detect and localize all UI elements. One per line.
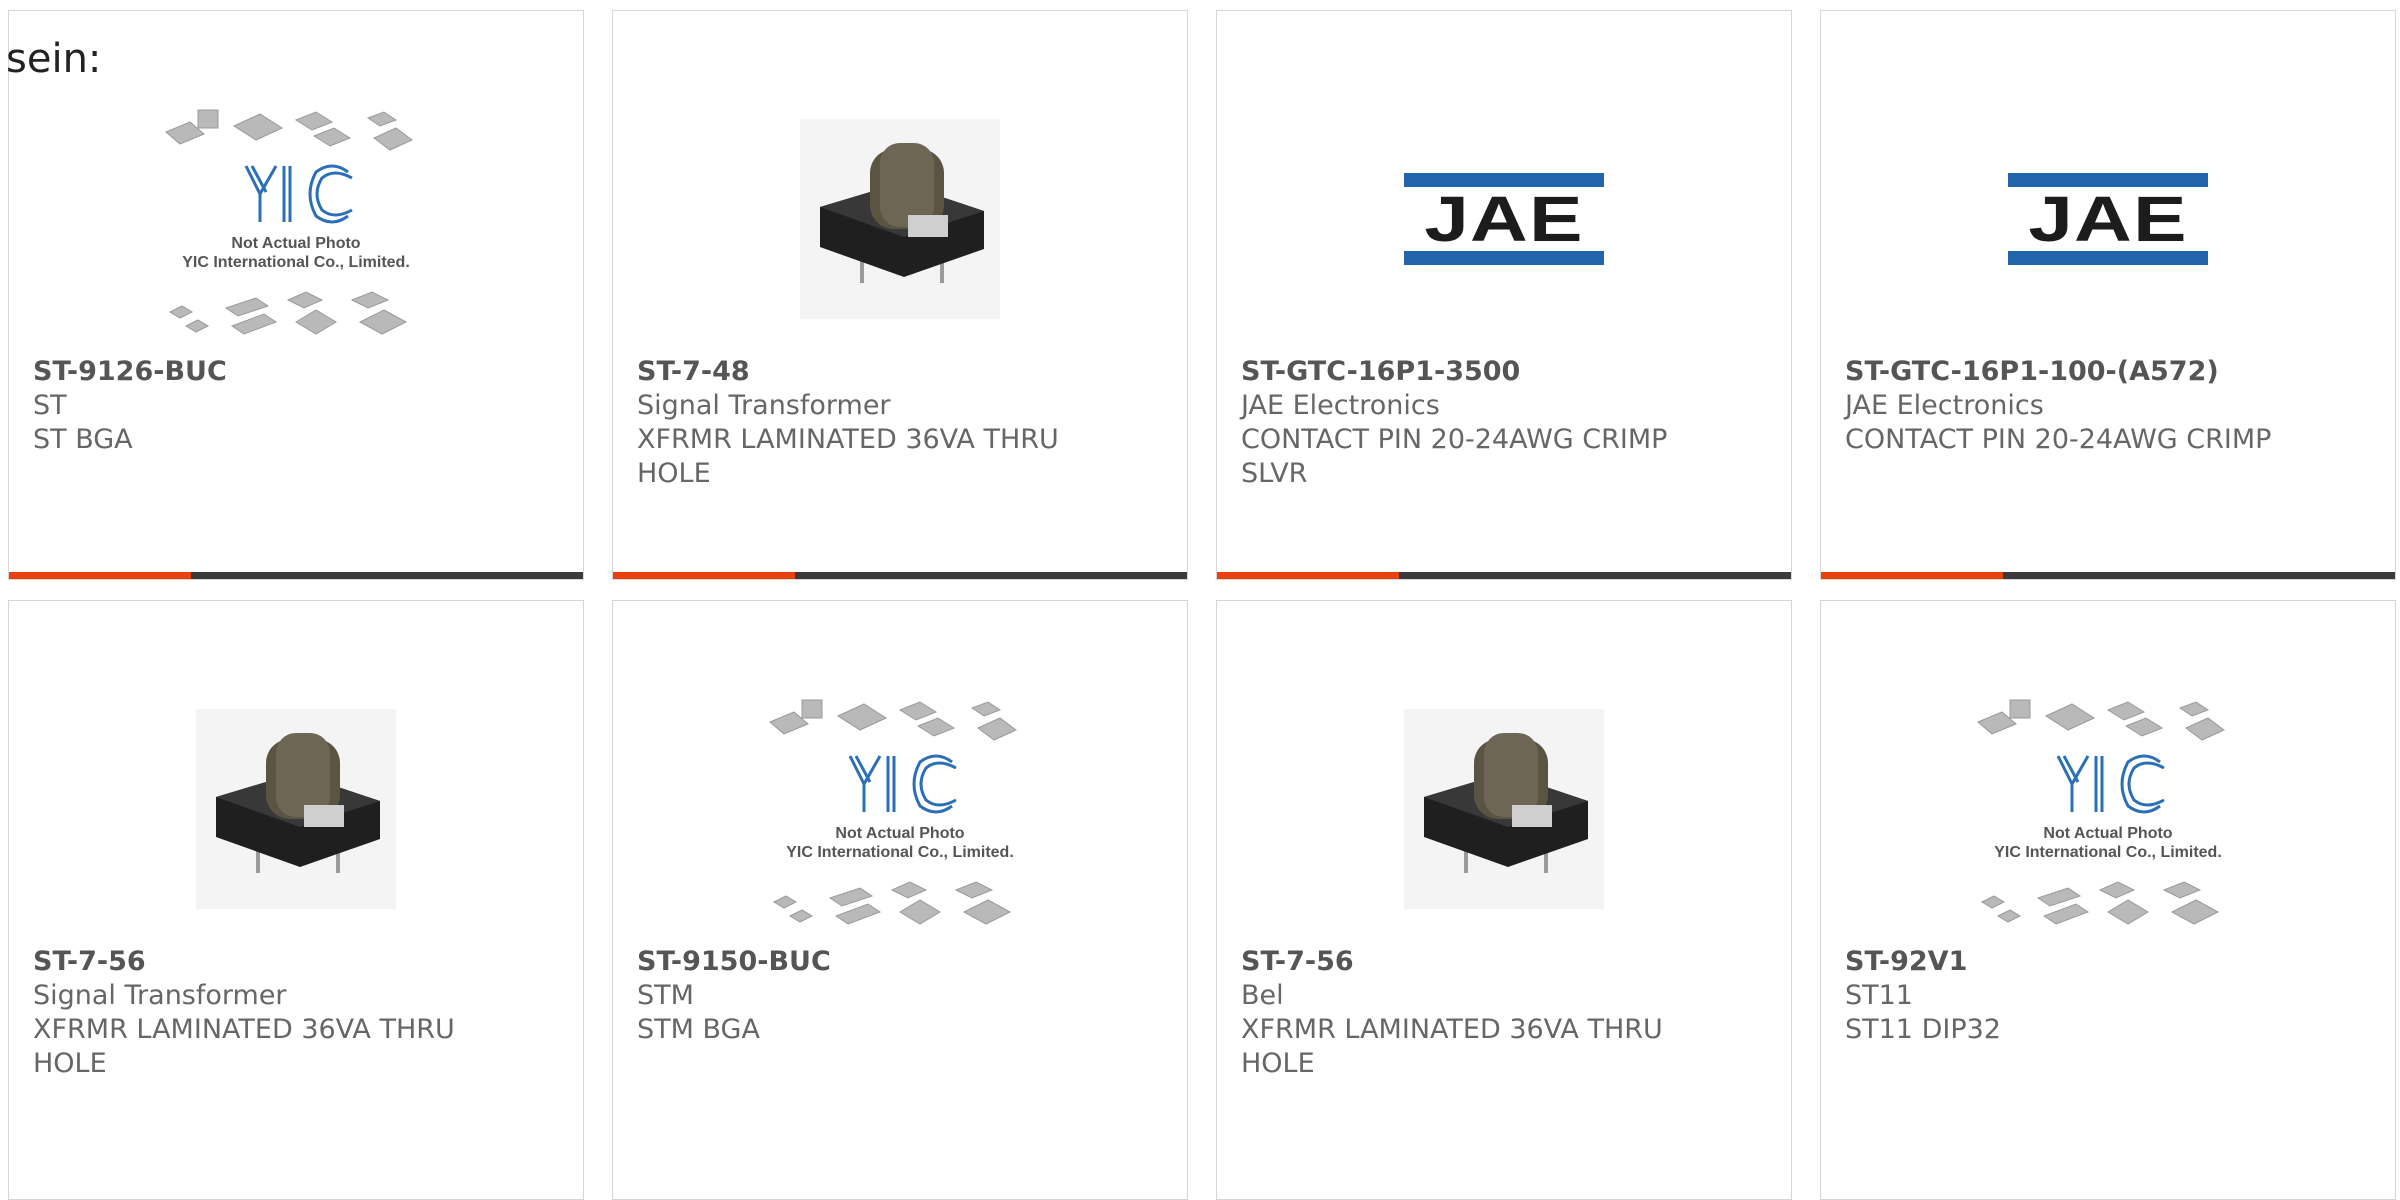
placeholder-caption: Not Actual Photo YIC International Co., … — [760, 824, 1040, 862]
part-number[interactable]: ST-9150-BUC — [637, 945, 1163, 979]
product-image[interactable]: Not Actual Photo YIC International Co., … — [1821, 669, 2395, 949]
product-card[interactable]: JAE ST-GTC-16P1-100-(A572) JAE Electroni… — [1820, 10, 2396, 580]
description: CONTACT PIN 20-24AWG CRIMP — [1845, 424, 2272, 455]
brand: Signal Transformer — [637, 390, 891, 421]
brand: Signal Transformer — [33, 980, 287, 1011]
placeholder-image: Not Actual Photo YIC International Co., … — [760, 684, 1040, 934]
card-footer-bar — [9, 572, 583, 579]
jae-logo-text: JAE — [2028, 183, 2188, 255]
product-info: ST-GTC-16P1-100-(A572) JAE Electronics C… — [1845, 355, 2371, 457]
part-number[interactable]: ST-7-48 — [637, 355, 1163, 389]
part-number[interactable]: ST-GTC-16P1-100-(A572) — [1845, 355, 2371, 389]
description: ST11 DIP32 — [1845, 1014, 2001, 1045]
card-footer-bar — [1217, 572, 1791, 579]
product-image[interactable] — [9, 669, 583, 949]
part-number[interactable]: ST-92V1 — [1845, 945, 2371, 979]
lead-text: sein: — [6, 36, 102, 82]
product-card[interactable]: ST-7-56 Signal Transformer XFRMR LAMINAT… — [8, 600, 584, 1200]
product-info: ST-9126-BUC ST ST BGA — [33, 355, 559, 457]
product-card[interactable]: JAE ST-GTC-16P1-3500 JAE Electronics CON… — [1216, 10, 1792, 580]
brand: Bel — [1241, 980, 1284, 1011]
transformer-photo — [1404, 709, 1604, 909]
part-number[interactable]: ST-GTC-16P1-3500 — [1241, 355, 1767, 389]
product-card[interactable]: Not Actual Photo YIC International Co., … — [612, 600, 1188, 1200]
product-card[interactable]: ST-7-56 Bel XFRMR LAMINATED 36VA THRU HO… — [1216, 600, 1792, 1200]
jae-logo: JAE — [2008, 173, 2208, 265]
chip-cluster-icon — [1977, 699, 2225, 925]
product-info: ST-GTC-16P1-3500 JAE Electronics CONTACT… — [1241, 355, 1767, 491]
product-card[interactable]: Not Actual Photo YIC International Co., … — [8, 10, 584, 580]
description: XFRMR LAMINATED 36VA THRU HOLE — [637, 424, 1059, 489]
placeholder-caption: Not Actual Photo YIC International Co., … — [1968, 824, 2248, 862]
placeholder-line1: Not Actual Photo — [835, 825, 965, 842]
product-card[interactable]: Not Actual Photo YIC International Co., … — [1820, 600, 2396, 1200]
product-image[interactable] — [1217, 669, 1791, 949]
brand: ST11 — [1845, 980, 1913, 1011]
brand: STM — [637, 980, 694, 1011]
chip-cluster-icon — [769, 699, 1017, 925]
product-image[interactable]: Not Actual Photo YIC International Co., … — [613, 669, 1187, 949]
product-info: ST-7-56 Bel XFRMR LAMINATED 36VA THRU HO… — [1241, 945, 1767, 1081]
transformer-photo — [196, 709, 396, 909]
transformer-photo — [800, 119, 1000, 319]
jae-logo: JAE — [1404, 173, 1604, 265]
description: XFRMR LAMINATED 36VA THRU HOLE — [1241, 1014, 1663, 1079]
chip-cluster-icon — [165, 109, 413, 335]
product-info: ST-9150-BUC STM STM BGA — [637, 945, 1163, 1047]
product-card[interactable]: ST-7-48 Signal Transformer XFRMR LAMINAT… — [612, 10, 1188, 580]
part-number[interactable]: ST-7-56 — [33, 945, 559, 979]
product-info: ST-7-56 Signal Transformer XFRMR LAMINAT… — [33, 945, 559, 1081]
card-footer-bar — [613, 572, 1187, 579]
placeholder-line2: YIC International Co., Limited. — [1994, 844, 2222, 861]
product-image[interactable] — [613, 79, 1187, 359]
description: STM BGA — [637, 1014, 760, 1045]
product-info: ST-92V1 ST11 ST11 DIP32 — [1845, 945, 2371, 1047]
product-image[interactable]: Not Actual Photo YIC International Co., … — [9, 79, 583, 359]
part-number[interactable]: ST-9126-BUC — [33, 355, 559, 389]
placeholder-line2: YIC International Co., Limited. — [786, 844, 1014, 861]
placeholder-line1: Not Actual Photo — [2043, 825, 2173, 842]
description: XFRMR LAMINATED 36VA THRU HOLE — [33, 1014, 455, 1079]
product-image[interactable]: JAE — [1821, 79, 2395, 359]
placeholder-image: Not Actual Photo YIC International Co., … — [1968, 684, 2248, 934]
part-number[interactable]: ST-7-56 — [1241, 945, 1767, 979]
placeholder-caption: Not Actual Photo YIC International Co., … — [156, 234, 436, 272]
product-image[interactable]: JAE — [1217, 79, 1791, 359]
description: CONTACT PIN 20-24AWG CRIMP SLVR — [1241, 424, 1668, 489]
placeholder-line1: Not Actual Photo — [231, 235, 361, 252]
brand: JAE Electronics — [1845, 390, 2044, 421]
placeholder-image: Not Actual Photo YIC International Co., … — [156, 94, 436, 344]
brand: JAE Electronics — [1241, 390, 1440, 421]
jae-logo-text: JAE — [1424, 183, 1584, 255]
brand: ST — [33, 390, 67, 421]
description: ST BGA — [33, 424, 133, 455]
product-info: ST-7-48 Signal Transformer XFRMR LAMINAT… — [637, 355, 1163, 491]
placeholder-line2: YIC International Co., Limited. — [182, 254, 410, 271]
card-footer-bar — [1821, 572, 2395, 579]
